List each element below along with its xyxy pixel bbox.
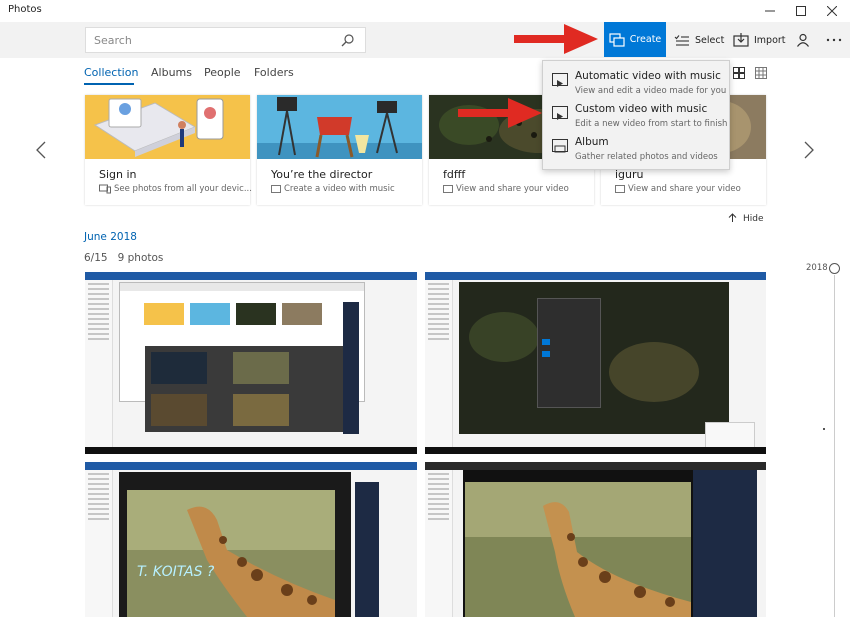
video-icon — [615, 185, 625, 193]
card-title: Sign in — [99, 168, 137, 181]
create-icon — [609, 32, 625, 47]
card-subtitle: View and share your video — [615, 184, 741, 194]
photo-count: 9 photos — [117, 252, 164, 264]
tab-albums[interactable]: Albums — [151, 66, 192, 79]
active-tab-underline — [84, 83, 134, 85]
carousel-prev-button[interactable] — [36, 141, 46, 164]
account-button[interactable] — [796, 22, 815, 58]
card-subtitle: View and share your video — [443, 184, 569, 194]
card-title: fdfff — [443, 168, 466, 181]
arrow-up-icon — [728, 213, 737, 222]
select-button[interactable]: Select — [674, 22, 724, 58]
automatic-video-icon — [552, 73, 568, 87]
card-subtitle: Create a video with music — [271, 184, 395, 194]
chevron-left-icon — [36, 141, 46, 159]
month-header[interactable]: June 2018 — [84, 231, 137, 243]
select-label: Select — [695, 34, 725, 46]
minimize-icon — [765, 10, 775, 12]
menu-item-album[interactable]: Album Gather related photos and videos — [543, 134, 731, 166]
close-button[interactable] — [817, 0, 847, 22]
photo-tile[interactable] — [425, 272, 766, 454]
minimize-button[interactable] — [755, 0, 785, 22]
tab-collection[interactable]: Collection — [84, 66, 138, 79]
import-button[interactable]: Import — [733, 22, 786, 58]
photo-tile[interactable] — [425, 462, 766, 617]
hide-button[interactable]: Hide — [728, 213, 764, 224]
grid-small-icon[interactable] — [755, 67, 767, 79]
day-header: 6/15 9 photos — [84, 252, 163, 264]
timeline-tick — [823, 428, 825, 430]
giraffe-image-2 — [465, 482, 691, 617]
menu-item-custom-video[interactable]: Custom video with music Edit a new video… — [543, 101, 731, 133]
director-illustration — [257, 95, 422, 159]
import-icon — [733, 33, 749, 47]
annotation-arrow-create — [514, 24, 598, 54]
video-icon — [271, 185, 281, 193]
handwriting-text: T. KOITAS ? — [137, 564, 215, 580]
card-subtitle: See photos from all your devic... — [99, 184, 252, 194]
tab-folders[interactable]: Folders — [254, 66, 294, 79]
photos-window: Photos Search Create Select Import Colle… — [0, 0, 850, 617]
photo-tile[interactable] — [85, 272, 417, 454]
search-box[interactable]: Search — [85, 27, 366, 53]
import-label: Import — [754, 34, 786, 46]
search-icon[interactable] — [341, 33, 355, 47]
create-button[interactable]: Create — [604, 22, 666, 57]
select-icon — [674, 35, 689, 46]
create-label: Create — [629, 34, 662, 45]
video-icon — [443, 185, 453, 193]
person-icon — [797, 33, 809, 47]
grid-large-icon[interactable] — [733, 67, 745, 79]
custom-video-icon — [552, 106, 568, 120]
card-title: You’re the director — [271, 168, 373, 181]
card-director[interactable]: You’re the director Create a video with … — [257, 95, 422, 205]
more-button[interactable] — [826, 22, 847, 58]
devices-icon — [99, 184, 111, 194]
photo-tile[interactable]: T. KOITAS ? — [85, 462, 417, 617]
close-icon — [827, 6, 837, 16]
tab-people[interactable]: People — [204, 66, 241, 79]
chevron-right-icon — [804, 141, 814, 159]
menu-item-automatic-video[interactable]: Automatic video with music View and edit… — [543, 68, 731, 100]
search-input[interactable]: Search — [94, 34, 132, 47]
toolbar: Search Create Select Import — [0, 22, 850, 58]
annotation-arrow-custom-video — [458, 98, 542, 128]
maximize-icon — [796, 6, 806, 16]
maximize-button[interactable] — [786, 0, 816, 22]
app-title: Photos — [8, 4, 42, 15]
timeline-year[interactable]: 2018 — [806, 263, 828, 273]
album-icon — [552, 139, 568, 153]
day-date: 6/15 — [84, 252, 108, 264]
more-icon — [826, 38, 842, 42]
create-menu: Automatic video with music View and edit… — [542, 60, 730, 170]
sign-in-illustration — [85, 95, 250, 159]
timeline-track[interactable] — [834, 275, 835, 617]
title-bar: Photos — [0, 0, 850, 22]
carousel-next-button[interactable] — [804, 141, 814, 164]
giraffe-image: T. KOITAS ? — [127, 490, 335, 617]
timeline-marker[interactable] — [829, 263, 840, 274]
card-sign-in[interactable]: Sign in See photos from all your devic..… — [85, 95, 252, 205]
